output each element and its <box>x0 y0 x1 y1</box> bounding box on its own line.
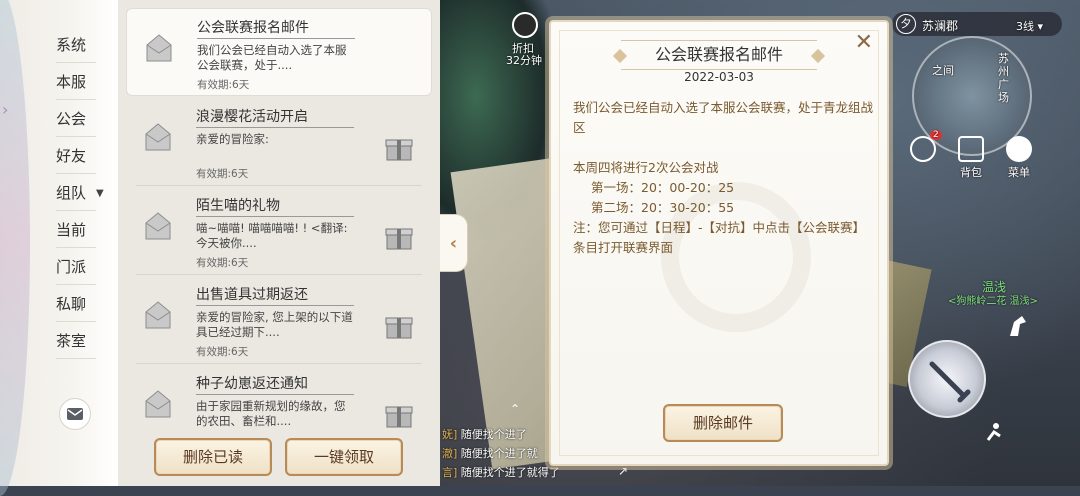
mail-title: 陌生喵的礼物 <box>196 198 280 214</box>
delete-mail-button[interactable]: 删除邮件 <box>663 404 783 442</box>
chat-line: 澈] 随便找个进了就 <box>442 447 538 460</box>
mail-item[interactable]: 出售道具过期返还 亲爱的冒险家, 您上架的以下道具已经过期下.... 有效期:6… <box>126 276 432 364</box>
rail-item-sect[interactable]: 门派 <box>56 249 96 285</box>
gift-icon <box>385 228 413 250</box>
map-area-label: 苏州广场 <box>998 52 1009 104</box>
detail-paragraph: 本周四将进行2次公会对战 <box>573 160 719 175</box>
open-envelope-icon <box>145 123 171 151</box>
rail-item-team[interactable]: 组队 <box>56 175 96 211</box>
chat-line: 妩] 随便找个进了 <box>442 428 527 441</box>
open-envelope-icon <box>145 390 171 418</box>
map-area-label-2: 之间 <box>932 64 954 77</box>
mail-expiry: 有效期:6天 <box>196 346 249 358</box>
mail-preview: 亲爱的冒险家: <box>196 132 269 146</box>
detail-title: 公会联赛报名邮件 <box>621 40 817 70</box>
chat-expand-icon[interactable]: ⌃ <box>510 402 520 416</box>
detail-body: 我们公会已经自动入选了本服公会联赛，处于青龙组战区 本周四将进行2次公会对战 第… <box>573 98 873 258</box>
envelope-icon <box>67 408 83 420</box>
chat-line: 言] 随便找个进了就得了 <box>442 466 560 479</box>
rail-item-tea-room[interactable]: 茶室 <box>56 323 96 359</box>
mail-title: 公会联赛报名邮件 <box>197 20 309 36</box>
mail-title: 出售道具过期返还 <box>196 287 308 303</box>
mail-preview: 亲爱的冒险家, 您上架的以下道具已经过期下.... <box>196 310 353 339</box>
menu-icon[interactable] <box>1006 136 1032 162</box>
open-envelope-icon <box>145 212 171 240</box>
title-underline <box>197 38 355 39</box>
rail-expand-icon[interactable]: › <box>2 100 8 119</box>
chevron-left-icon: ‹ <box>449 232 458 254</box>
rail-item-system[interactable]: 系统 <box>56 27 96 63</box>
chat-resize-icon[interactable]: ↗ <box>618 464 628 478</box>
dash-icon[interactable] <box>984 420 1006 442</box>
player-mark-icon[interactable]: 夕 <box>896 14 916 34</box>
title-underline <box>196 127 354 128</box>
discount-icon[interactable] <box>512 12 538 38</box>
horse-mount-icon[interactable] <box>1004 312 1032 340</box>
mail-title: 种子幼崽返还通知 <box>196 376 308 392</box>
attack-button[interactable] <box>908 340 986 418</box>
server-line[interactable]: 3线 ▾ <box>1016 18 1043 34</box>
npc-guild: <狗熊岭二花 温浅> <box>948 296 1038 307</box>
open-envelope-icon <box>146 34 172 62</box>
match-time: 第一场：20：00-20：25 <box>591 180 735 195</box>
mail-button[interactable] <box>59 398 91 430</box>
chevron-down-icon[interactable]: ▼ <box>96 188 104 199</box>
channel-rail: › 系统 本服 公会 好友 组队 ▼ 当前 门派 私聊 茶室 <box>0 0 118 496</box>
mail-detail-popup: 公会联赛报名邮件 ✕ 2022-03-03 我们公会已经自动入选了本服公会联赛，… <box>549 20 889 466</box>
discount-time: 32分钟 <box>506 54 542 67</box>
mail-preview: 我们公会已经自动入选了本服公会联赛，处于.... <box>197 43 347 72</box>
gift-icon <box>385 406 413 428</box>
location-name: 苏澜郡 <box>922 19 959 33</box>
detail-paragraph: 我们公会已经自动入选了本服公会联赛，处于青龙组战区 <box>573 100 874 135</box>
title-underline <box>196 305 354 306</box>
gift-icon <box>385 139 413 161</box>
title-underline <box>196 216 354 217</box>
divider <box>136 185 422 186</box>
mail-list-actions: 删除已读 一键领取 <box>118 434 440 486</box>
collapse-panel-button[interactable]: ‹ <box>440 214 468 272</box>
mail-item[interactable]: 浪漫樱花活动开启 亲爱的冒险家: 有效期:6天 <box>126 98 432 186</box>
title-underline <box>196 394 354 395</box>
rail-item-friends[interactable]: 好友 <box>56 138 96 174</box>
mail-preview: 由于家园重新规划的缘故，您的农田、畜栏和.... <box>196 399 346 428</box>
sword-icon <box>929 361 971 403</box>
bag-icon[interactable] <box>958 136 984 162</box>
mail-expiry: 有效期:6天 <box>197 79 250 91</box>
mail-expiry: 有效期:6天 <box>196 257 249 269</box>
mail-title: 浪漫樱花活动开启 <box>196 109 308 125</box>
timer-badge: 2 <box>930 130 942 140</box>
claim-all-button[interactable]: 一键领取 <box>285 438 403 476</box>
delete-read-button[interactable]: 删除已读 <box>154 438 272 476</box>
gift-icon <box>385 317 413 339</box>
chevron-down-icon: ▾ <box>1034 20 1044 33</box>
mail-item[interactable]: 陌生喵的礼物 喵~喵喵! 喵喵喵喵! ! <翻译: 今天被你.... 有效期:6… <box>126 187 432 275</box>
rail-item-current[interactable]: 当前 <box>56 212 96 248</box>
mail-expiry: 有效期:6天 <box>196 168 249 180</box>
detail-note: 注：您可通过【日程】-【对抗】中点击【公会联赛】条目打开联赛界面 <box>573 220 866 255</box>
divider <box>136 363 422 364</box>
match-time: 第二场：20：30-20：55 <box>591 200 735 215</box>
close-icon[interactable]: ✕ <box>855 32 873 54</box>
bag-label: 背包 <box>960 166 982 179</box>
divider <box>136 274 422 275</box>
rail-item-private-chat[interactable]: 私聊 <box>56 286 96 322</box>
mail-preview: 喵~喵喵! 喵喵喵喵! ! <翻译: 今天被你.... <box>196 221 348 250</box>
rail-item-guild[interactable]: 公会 <box>56 101 96 137</box>
rail-decoration <box>0 0 30 496</box>
mail-list: 公会联赛报名邮件 我们公会已经自动入选了本服公会联赛，处于.... 有效期:6天… <box>118 0 440 486</box>
mail-item[interactable]: 公会联赛报名邮件 我们公会已经自动入选了本服公会联赛，处于.... 有效期:6天 <box>126 8 432 96</box>
menu-label: 菜单 <box>1008 166 1030 179</box>
detail-date: 2022-03-03 <box>684 70 754 84</box>
open-envelope-icon <box>145 301 171 329</box>
rail-item-server[interactable]: 本服 <box>56 64 96 100</box>
